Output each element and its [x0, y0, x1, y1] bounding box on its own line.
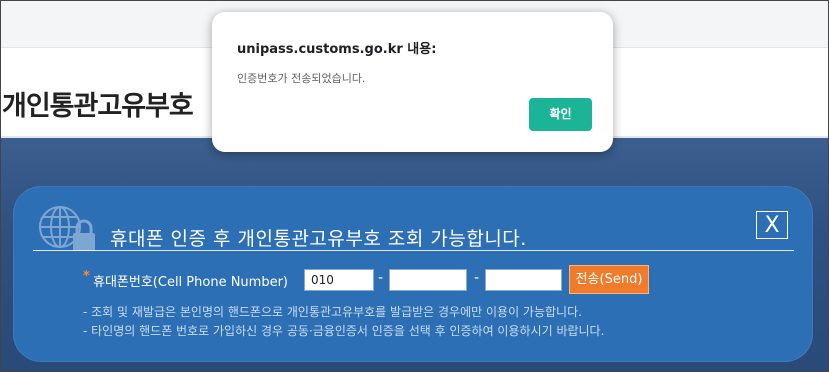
- required-mark: *: [83, 269, 90, 284]
- phone-dash-1: -: [378, 270, 384, 286]
- page-title: 개인통관고유부호: [2, 91, 194, 122]
- phone-label: 휴대폰번호(Cell Phone Number): [93, 275, 288, 290]
- note-line-2: - 타인명의 핸드폰 번호로 가입하신 경우 공동·금융인증서 인증을 선택 후…: [83, 324, 605, 338]
- note-line-1: - 조회 및 재발급은 본인명의 핸드폰으로 개인통관고유부호를 발급받은 경우…: [83, 305, 582, 319]
- dialog-title: unipass.customs.go.kr 내용:: [237, 42, 437, 57]
- phone-part1-input[interactable]: [304, 269, 374, 291]
- panel-heading: 휴대폰 인증 후 개인통관고유부호 조회 가능합니다.: [110, 228, 527, 250]
- phone-part2-input[interactable]: [389, 269, 467, 291]
- phone-part3-input[interactable]: [485, 269, 562, 291]
- dialog-message: 인증번호가 전송되었습니다.: [237, 72, 366, 85]
- ok-button[interactable]: 확인: [529, 98, 592, 131]
- panel-divider: [33, 250, 794, 251]
- phone-dash-2: -: [474, 270, 480, 286]
- close-button[interactable]: X: [756, 211, 788, 239]
- globe-lock-icon: [39, 206, 95, 251]
- close-icon: X: [764, 213, 780, 238]
- alert-dialog: unipass.customs.go.kr 내용: 인증번호가 전송되었습니다.…: [212, 12, 613, 152]
- send-button[interactable]: 전송(Send): [569, 265, 649, 294]
